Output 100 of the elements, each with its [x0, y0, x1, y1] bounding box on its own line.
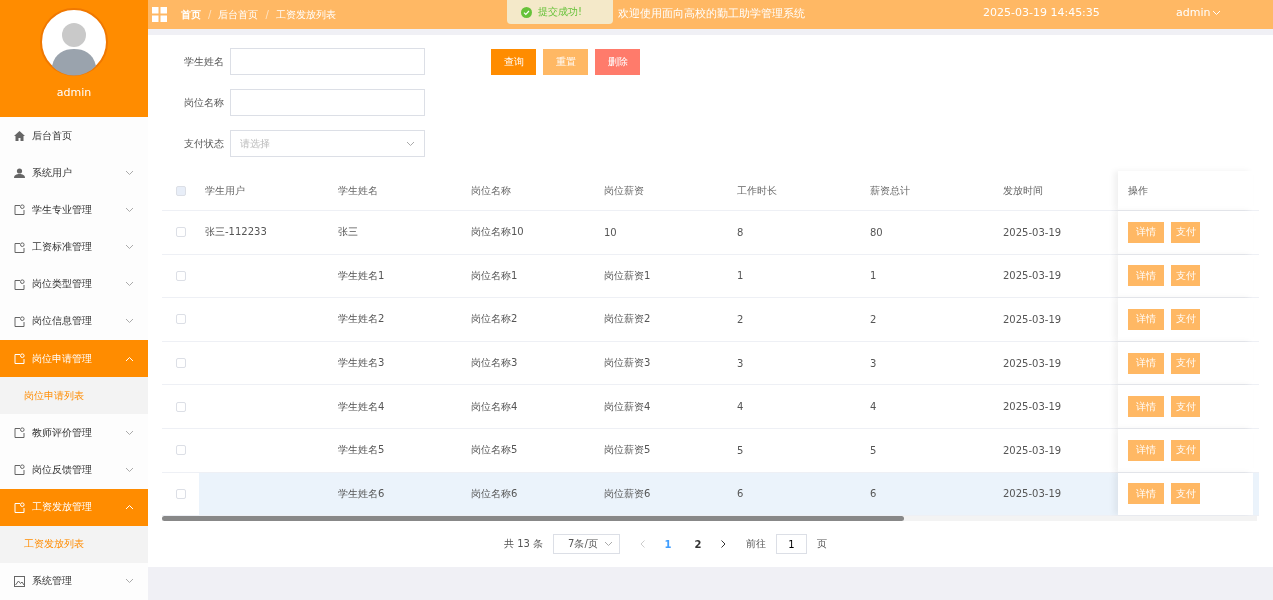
table-cell-text: 2025-03-19: [1002, 225, 1063, 240]
column-header: 薪资总计: [869, 183, 911, 198]
page-number[interactable]: 2: [688, 538, 709, 550]
table-row[interactable]: 学生姓名6 岗位名称6 岗位薪资6 6 6 2025-03-19 详情 支付: [162, 472, 1259, 517]
table-cell-text: 学生姓名6: [337, 486, 386, 501]
breadcrumb-link[interactable]: 后台首页: [218, 7, 259, 22]
check-circle-icon: [521, 6, 532, 18]
menu-item[interactable]: 岗位类型管理: [0, 265, 148, 303]
input-field[interactable]: [230, 89, 425, 116]
goto-page-input[interactable]: 1: [776, 534, 808, 555]
table-cell-text: 岗位薪资2: [603, 312, 652, 327]
menu-item[interactable]: 工资发放管理: [0, 488, 148, 526]
menu-item[interactable]: 系统用户: [0, 154, 148, 192]
menu-item[interactable]: 岗位信息管理: [0, 302, 148, 340]
goto-suffix: 页: [817, 537, 828, 552]
row-action-button[interactable]: 详情: [1128, 221, 1164, 243]
menu-item[interactable]: 岗位申请管理: [0, 339, 148, 378]
table-cell-text: 8: [736, 225, 745, 240]
page-number[interactable]: 1: [658, 538, 679, 550]
table-cell-text: 3: [736, 356, 745, 371]
table-row[interactable]: 学生姓名5 岗位名称5 岗位薪资5 5 5 2025-03-19 详情 支付: [162, 428, 1259, 473]
checkbox[interactable]: [175, 314, 186, 325]
avatar-icon: [40, 8, 108, 76]
scrollbar-thumb[interactable]: [162, 516, 904, 522]
datetime-text: 2025-03-19 14:45:35: [983, 6, 1100, 19]
row-action-button[interactable]: 支付: [1171, 396, 1200, 418]
row-action-button[interactable]: 详情: [1128, 309, 1164, 330]
input-field[interactable]: [230, 48, 425, 75]
checkbox[interactable]: [175, 358, 186, 369]
breadcrumb-link[interactable]: 工资发放列表: [275, 7, 336, 22]
table-cell-text: 岗位名称5: [470, 443, 519, 458]
checkbox[interactable]: [175, 488, 186, 499]
checkbox[interactable]: [175, 227, 186, 238]
column-header: 岗位薪资: [603, 183, 645, 198]
row-action-button[interactable]: 支付: [1171, 352, 1200, 374]
goto-label: 前往: [746, 537, 767, 552]
app-title: 欢迎使用面向高校的勤工助学管理系统: [618, 6, 805, 21]
table-row[interactable]: 学生姓名3 岗位名称3 岗位薪资3 3 3 2025-03-19 详情 支付: [162, 341, 1259, 386]
submenu-item[interactable]: 岗位申请列表: [0, 377, 148, 415]
table-row[interactable]: 学生姓名4 岗位名称4 岗位薪资4 4 4 2025-03-19 详情 支付: [162, 385, 1259, 429]
table-cell-text: 岗位名称4: [470, 399, 519, 414]
select-field[interactable]: 请选择: [230, 130, 425, 157]
table-cell-text: 岗位名称10: [470, 225, 525, 240]
table-cell-text: 1: [869, 269, 878, 284]
row-action-button[interactable]: 详情: [1128, 483, 1164, 505]
column-header: 工作时长: [736, 183, 778, 198]
table-cell-text: 张三: [337, 225, 359, 240]
document-icon: [14, 241, 25, 253]
row-action-button[interactable]: 支付: [1171, 309, 1200, 330]
action-button[interactable]: 重置: [543, 48, 588, 75]
home-icon: [14, 130, 25, 141]
checkbox[interactable]: [175, 270, 186, 281]
document-icon: [14, 278, 25, 290]
breadcrumb-link[interactable]: 首页: [181, 7, 201, 22]
table-cell-text: 4: [736, 400, 745, 415]
table-cell-text: 5: [736, 443, 745, 458]
chevron-icon: [125, 466, 134, 473]
row-action-button[interactable]: 支付: [1171, 483, 1200, 505]
checkbox[interactable]: [175, 445, 186, 456]
table-cell-text: 学生姓名3: [337, 356, 386, 371]
table-cell-text: 2025-03-19: [1002, 313, 1063, 327]
row-action-button[interactable]: 详情: [1128, 352, 1164, 374]
table-cell-text: 80: [869, 225, 884, 240]
table-row[interactable]: 学生姓名2 岗位名称2 岗位薪资2 2 2 2025-03-19 详情 支付: [162, 298, 1259, 342]
table-cell-text: 岗位名称6: [470, 486, 519, 501]
page-size-select[interactable]: 7条/页: [553, 534, 621, 555]
table-cell-text: 学生姓名2: [337, 312, 386, 327]
submenu-item[interactable]: 工资发放列表: [0, 525, 148, 563]
row-action-button[interactable]: 详情: [1128, 439, 1164, 461]
row-action-button[interactable]: 支付: [1171, 265, 1200, 287]
menu-item[interactable]: 岗位反馈管理: [0, 451, 148, 489]
row-action-button[interactable]: 支付: [1171, 439, 1200, 461]
table-cell-text: 学生姓名5: [337, 443, 386, 458]
row-action-button[interactable]: 详情: [1128, 396, 1164, 418]
row-action-button[interactable]: 详情: [1128, 265, 1164, 287]
menu-item[interactable]: 后台首页: [0, 117, 148, 155]
chevron-icon: [125, 578, 134, 585]
grid-icon[interactable]: [152, 7, 167, 22]
table-row[interactable]: 学生姓名1 岗位名称1 岗位薪资1 1 1 2025-03-19 详情 支付: [162, 254, 1259, 299]
column-header: 操作: [1118, 171, 1253, 210]
menu-item[interactable]: 教师评价管理: [0, 414, 148, 452]
table-cell-text: 岗位薪资5: [603, 443, 652, 458]
row-action-button[interactable]: 支付: [1171, 221, 1200, 243]
menu-item[interactable]: 工资标准管理: [0, 228, 148, 266]
checkbox[interactable]: [175, 185, 186, 196]
column-header: 学生用户: [204, 183, 246, 198]
user-menu[interactable]: admin: [1176, 6, 1222, 19]
document-icon: [14, 427, 25, 439]
table-cell-text: 岗位名称2: [470, 312, 519, 327]
action-button[interactable]: 查询: [491, 48, 536, 75]
checkbox[interactable]: [175, 401, 186, 412]
table-cell-text: 学生姓名1: [337, 268, 386, 283]
table-cell-text: 学生姓名4: [337, 399, 386, 414]
filter-label: 学生姓名: [183, 54, 224, 69]
action-button[interactable]: 删除: [595, 48, 640, 75]
menu-item[interactable]: 学生专业管理: [0, 191, 148, 229]
document-icon: [14, 315, 25, 327]
menu-item[interactable]: 系统管理: [0, 562, 148, 600]
table-cell-text: 1: [736, 269, 745, 284]
table-row[interactable]: 张三-112233 张三 岗位名称10 10 8 80 2025-03-19 详情 支付: [162, 211, 1259, 255]
